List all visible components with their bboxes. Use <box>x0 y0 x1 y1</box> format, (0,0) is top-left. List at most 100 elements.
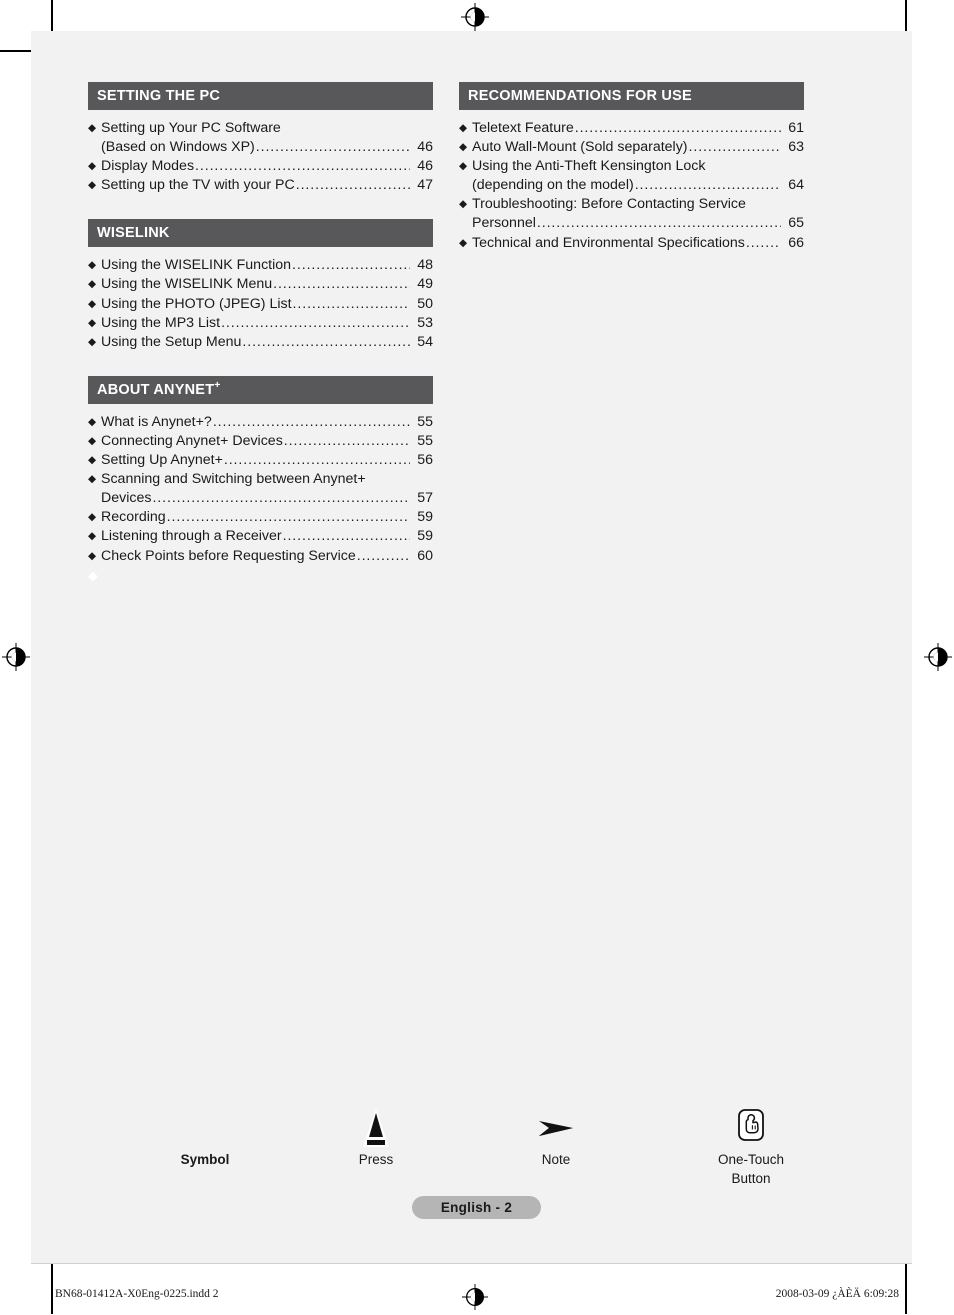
footer-timestamp: 2008-03-09 ¿ÀÈÄ 6:09:28 <box>775 1288 899 1300</box>
toc-entry-body: Technical and Environmental Specificatio… <box>472 234 804 253</box>
diamond-bullet-icon: ◆ <box>88 530 97 543</box>
toc-entry-page-number: 65 <box>788 215 804 232</box>
toc-column-right: RECOMMENDATIONS FOR USE ◆ Teletext Feature… <box>459 82 804 585</box>
section-header-recommendations-for-use: RECOMMENDATIONS FOR USE <box>459 82 804 110</box>
toc-entry[interactable]: ◆ Troubleshooting: Before Contacting Serv… <box>459 195 804 233</box>
crop-mark-top-left-vertical <box>51 0 53 31</box>
toc-entry-body: Check Points before Requesting Service..… <box>101 547 433 566</box>
registration-mark-bottom <box>462 1284 488 1315</box>
section-header-spacer <box>88 110 433 119</box>
diamond-bullet-icon: ◆ <box>88 335 97 348</box>
toc-entry-label-continued: Devices <box>101 490 152 507</box>
toc-entry-line: Setting up the TV with your PC..........… <box>101 176 433 195</box>
toc-entry-label: Setting up Your PC Software <box>101 120 281 136</box>
toc-entry-line: Using the Setup Menu....................… <box>101 333 433 352</box>
toc-entry[interactable]: ◆ Using the Anti-Theft Kensington Lock...… <box>459 157 804 195</box>
legend-caption-one-touch-line2: Button <box>731 1171 771 1186</box>
toc-entry[interactable]: ◆ Using the Setup Menu...................… <box>88 333 433 352</box>
diamond-bullet-icon: ◆ <box>88 473 97 486</box>
toc-entry[interactable]: ◆ Using the WISELINK Menu................… <box>88 275 433 294</box>
toc-entry-label-continued: (depending on the model) <box>472 177 634 194</box>
diamond-bullet-icon: ◆ <box>88 160 97 173</box>
toc-entry-body: Using the WISELINK Function.............… <box>101 256 433 275</box>
toc-entry-body: What is Anynet+?........................… <box>101 413 433 432</box>
toc-entry-page-number: 66 <box>788 234 804 251</box>
toc-entry-page-number: 54 <box>417 333 433 350</box>
toc-entry[interactable]: ◆ Auto Wall-Mount (Sold separately)......… <box>459 138 804 157</box>
toc-entry-label: Using the WISELINK Menu <box>101 276 273 293</box>
toc-entry-line: Teletext Feature........................… <box>472 119 804 138</box>
toc-entry[interactable]: ◆ Scanning and Switching between Anynet+.… <box>88 470 433 508</box>
diamond-bullet-icon: ◆ <box>88 259 97 272</box>
toc-entry-body: Teletext Feature........................… <box>472 119 804 138</box>
toc-page: { "document": { "page_badge": "English -… <box>0 0 954 1314</box>
diamond-bullet-icon: ◆ <box>88 511 97 524</box>
toc-entry[interactable]: ◆ Technical and Environmental Specificati… <box>459 234 804 253</box>
diamond-bullet-icon: ◆ <box>88 567 98 583</box>
toc-leader-dots: ........................................… <box>574 120 781 136</box>
toc-list-wiselink: ◆ Using the WISELINK Function............… <box>88 256 433 351</box>
toc-entry-page-number: 56 <box>417 452 433 469</box>
crop-mark-top-right-vertical <box>905 0 907 31</box>
toc-entry[interactable]: ◆ Using the WISELINK Function............… <box>88 256 433 275</box>
toc-entry-body: Setting up Your PC Software.............… <box>101 119 433 157</box>
toc-entry-label: Using the MP3 List <box>101 314 221 331</box>
toc-entry-page-number: 46 <box>417 139 433 156</box>
toc-entry[interactable]: ◆ Connecting Anynet+ Devices.............… <box>88 432 433 451</box>
toc-entry-body: Auto Wall-Mount (Sold separately).......… <box>472 138 804 157</box>
toc-entry-line: Connecting Anynet+ Devices..............… <box>101 432 433 451</box>
toc-leader-dots: ........................................… <box>292 257 410 274</box>
toc-entry-page-number: 64 <box>788 177 804 194</box>
toc-entry-line: Display Modes...........................… <box>101 157 433 176</box>
toc-entry[interactable]: ◆ Setting up the TV with your PC.........… <box>88 176 433 195</box>
toc-entry[interactable]: ◆ Using the PHOTO (JPEG) List............… <box>88 295 433 314</box>
section-header-label: ABOUT ANYNET <box>97 381 215 398</box>
toc-entry-label-continued: (Based on Windows XP) <box>101 139 255 156</box>
toc-leader-dots: ........................................… <box>255 139 410 156</box>
toc-leader-dots: ........................................… <box>688 139 781 156</box>
toc-entry-body: Troubleshooting: Before Contacting Servi… <box>472 195 804 233</box>
footer-filename: BN68-01412A-X0Eng-0225.indd 2 <box>55 1288 219 1300</box>
toc-entry[interactable]: ◆ What is Anynet+?.......................… <box>88 413 433 432</box>
toc-entry-page-number: 47 <box>417 177 433 194</box>
toc-entry[interactable]: ◆ Listening through a Receiver...........… <box>88 527 433 546</box>
section-header-spacer <box>88 404 433 413</box>
toc-leader-dots: ........................................… <box>223 452 410 469</box>
toc-entry-page-number: 57 <box>417 490 433 507</box>
toc-entry-page-number: 46 <box>417 158 433 175</box>
toc-entry-line-continued: (Based on Windows XP)...................… <box>101 138 433 157</box>
legend-entry-one-touch: One-Touch Button <box>696 1105 806 1187</box>
toc-entry-body: Recording...............................… <box>101 508 433 527</box>
page-badge: English - 2 <box>412 1196 541 1219</box>
toc-list-recommendations-for-use: ◆ Teletext Feature.......................… <box>459 119 804 253</box>
toc-entry-label: Using the WISELINK Function <box>101 257 292 274</box>
symbol-legend: Symbol Press Note One-Touch Button <box>150 1105 830 1195</box>
toc-entry-page-number: 59 <box>417 528 433 545</box>
toc-leader-dots: ........................................… <box>152 490 410 507</box>
toc-entry[interactable]: ◆ Display Modes..........................… <box>88 157 433 176</box>
toc-entry[interactable]: ◆ Setting up Your PC Software............… <box>88 119 433 157</box>
diamond-bullet-icon: ◆ <box>88 549 97 562</box>
toc-entry-body: Using the Setup Menu....................… <box>101 333 433 352</box>
toc-entry-line: Auto Wall-Mount (Sold separately).......… <box>472 138 804 157</box>
section-header-wiselink: WISELINK <box>88 219 433 248</box>
toc-entry[interactable]: ◆ Using the MP3 List.....................… <box>88 314 433 333</box>
toc-entry-label-continued: Personnel <box>472 215 536 232</box>
diamond-bullet-icon: ◆ <box>459 141 468 154</box>
toc-entry[interactable]: ◆ Setting Up Anynet+.....................… <box>88 451 433 470</box>
section-header-superscript: + <box>214 379 221 392</box>
toc-entry[interactable]: ◆ Teletext Feature.......................… <box>459 119 804 138</box>
toc-leader-dots: ........................................… <box>747 195 803 214</box>
toc-entry-label: Technical and Environmental Specificatio… <box>472 234 745 251</box>
toc-leader-dots: ........................................… <box>166 509 410 526</box>
toc-entry[interactable]: ◆ Check Points before Requesting Service.… <box>88 547 433 566</box>
toc-entry-body: Using the Anti-Theft Kensington Lock....… <box>472 157 804 195</box>
toc-entry[interactable]: ◆ Recording..............................… <box>88 508 433 527</box>
toc-entry-body: Using the WISELINK Menu.................… <box>101 275 433 294</box>
toc-entry-page-number: 48 <box>417 257 433 274</box>
toc-leader-dots: ........................................… <box>242 333 410 350</box>
diamond-bullet-icon: ◆ <box>88 278 97 291</box>
crop-mark-top-left-horizontal <box>0 50 31 52</box>
